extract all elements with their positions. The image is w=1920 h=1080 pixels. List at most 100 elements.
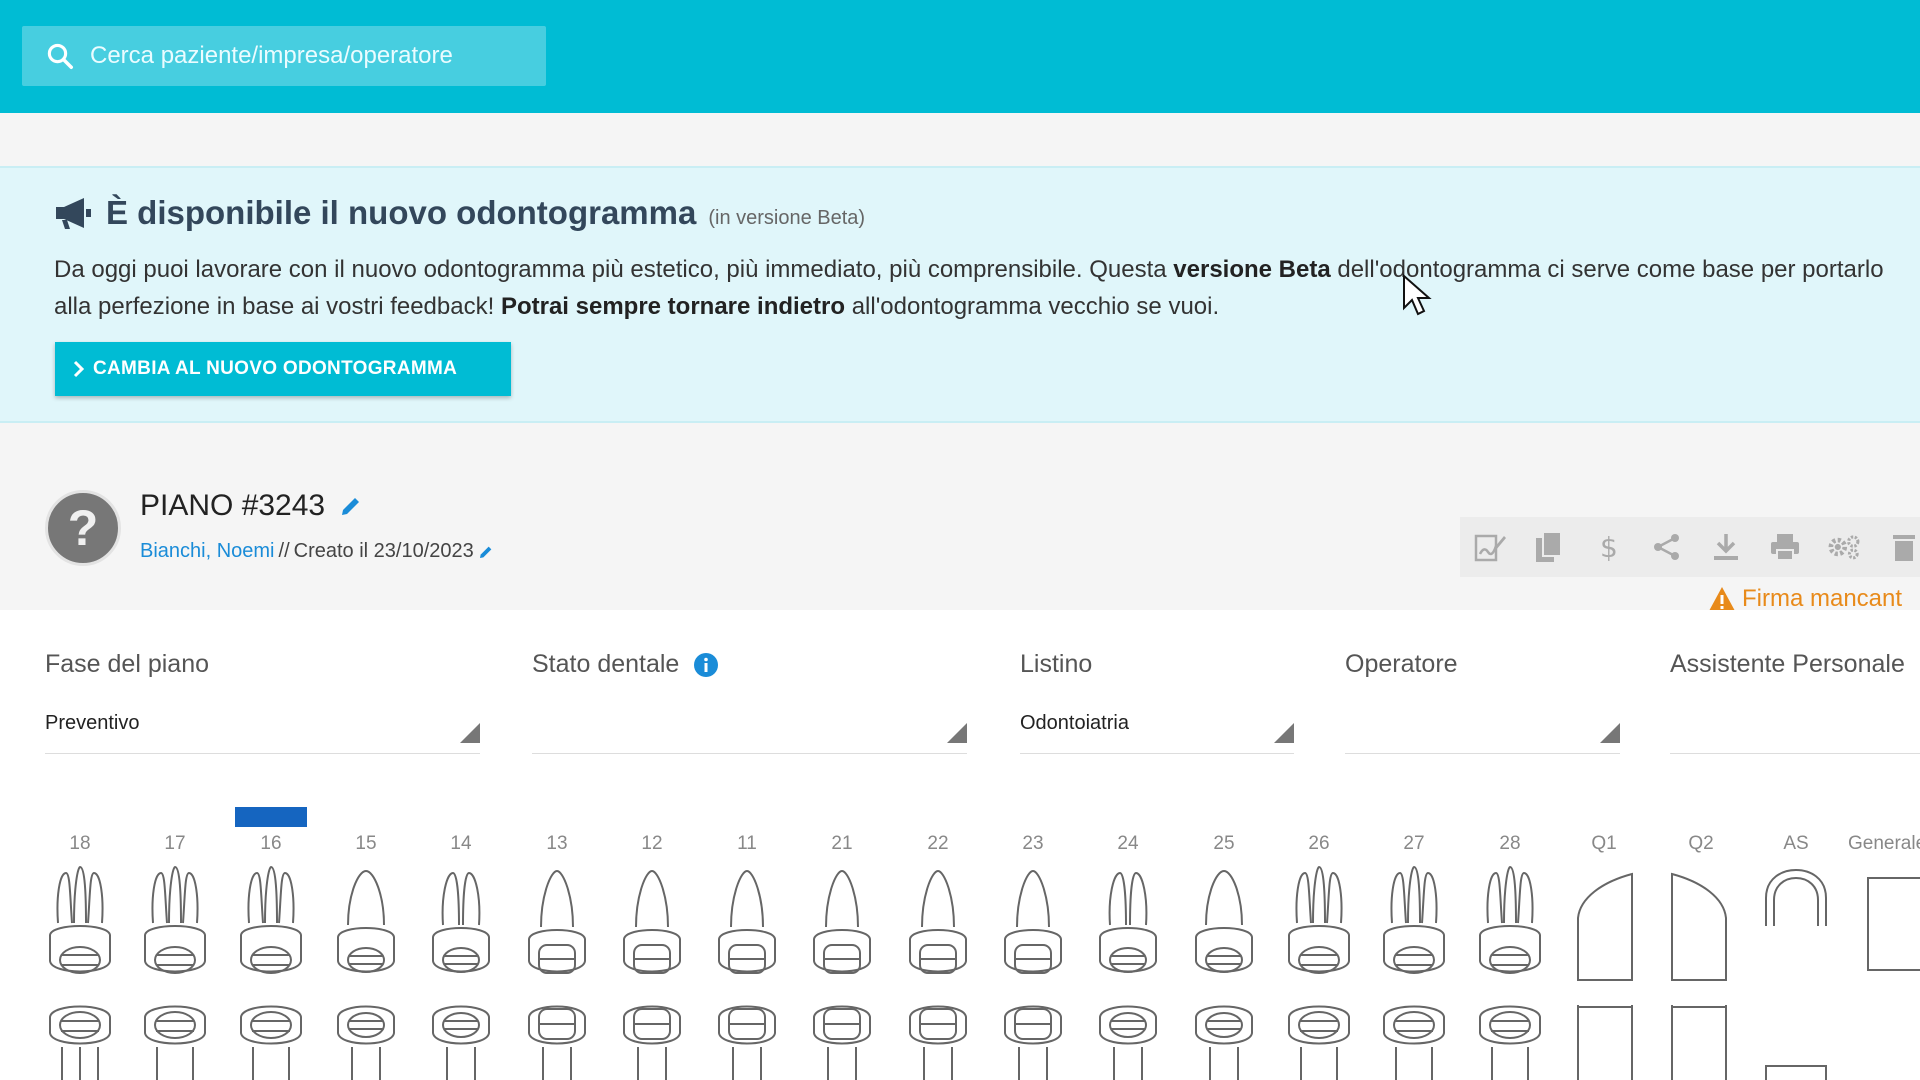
tooth-16-icon[interactable]: [235, 865, 307, 985]
tooth-33-icon[interactable]: [997, 1003, 1069, 1080]
tooth-12-icon[interactable]: [616, 865, 688, 985]
search-box[interactable]: [22, 26, 546, 86]
tooth-number[interactable]: Generale: [1848, 833, 1920, 855]
tooth-number[interactable]: 22: [908, 833, 968, 855]
tooth-number[interactable]: 21: [812, 833, 872, 855]
tooth-number[interactable]: 25: [1194, 833, 1254, 855]
dollar-icon[interactable]: $: [1591, 530, 1624, 564]
search-icon: [42, 38, 78, 74]
tooth-number[interactable]: 14: [431, 833, 491, 855]
tooth-46-icon[interactable]: [235, 1003, 307, 1080]
tooth-22-icon[interactable]: [902, 865, 974, 985]
tooth-37-icon[interactable]: [1378, 1003, 1450, 1080]
svg-text:$: $: [1600, 532, 1618, 562]
arch-as-icon[interactable]: [1762, 868, 1830, 930]
operatore-select[interactable]: [1345, 704, 1620, 754]
tooth-26-icon[interactable]: [1283, 865, 1355, 985]
tooth-31-icon[interactable]: [806, 1003, 878, 1080]
banner-text: Da oggi puoi lavorare con il nuovo odont…: [54, 256, 1884, 320]
tooth-42-icon[interactable]: [616, 1003, 688, 1080]
stato-select[interactable]: [532, 704, 967, 754]
tooth-48-icon[interactable]: [44, 1003, 116, 1080]
quadrant-q3-icon[interactable]: [1668, 1005, 1732, 1080]
avatar[interactable]: ?: [45, 490, 121, 566]
tooth-number[interactable]: AS: [1766, 833, 1826, 855]
tooth-number[interactable]: 13: [527, 833, 587, 855]
tooth-13-icon[interactable]: [521, 865, 593, 985]
beta-note: (in versione Beta): [708, 207, 866, 229]
search-input[interactable]: [90, 42, 510, 70]
fase-select[interactable]: Preventivo: [45, 704, 480, 754]
tooth-number[interactable]: 23: [1003, 833, 1063, 855]
plan-title: PIANO #3243: [140, 489, 363, 523]
tooth-number[interactable]: 24: [1098, 833, 1158, 855]
tooth-number[interactable]: 11: [717, 833, 777, 855]
tooth-number[interactable]: 28: [1480, 833, 1540, 855]
dropdown-arrow-icon: [1600, 723, 1620, 743]
quadrant-q4-icon[interactable]: [1572, 1005, 1636, 1080]
tooth-number[interactable]: 26: [1289, 833, 1349, 855]
tooth-18-icon[interactable]: [44, 865, 116, 985]
tooth-35-icon[interactable]: [1188, 1003, 1260, 1080]
tooth-47-icon[interactable]: [139, 1003, 211, 1080]
plan-subtitle: Bianchi, Noemi // Creato il 23/10/2023: [140, 540, 494, 563]
dropdown-arrow-icon: [460, 723, 480, 743]
chevron-right-icon: [73, 360, 85, 378]
fase-field: Fase del piano Preventivo: [45, 650, 480, 754]
switch-odontogram-button[interactable]: CAMBIA AL NUOVO ODONTOGRAMMA: [55, 342, 511, 396]
tooth-number[interactable]: 16: [241, 833, 301, 855]
assistente-label: Assistente Personale: [1670, 650, 1905, 678]
assistente-select[interactable]: [1670, 704, 1920, 754]
tooth-23-icon[interactable]: [997, 865, 1069, 985]
copy-icon[interactable]: [1532, 530, 1565, 564]
tooth-44-icon[interactable]: [425, 1003, 497, 1080]
tooth-28-icon[interactable]: [1474, 865, 1546, 985]
tooth-number[interactable]: Q1: [1574, 833, 1634, 855]
tooth-45-icon[interactable]: [330, 1003, 402, 1080]
tooth-number[interactable]: 18: [50, 833, 110, 855]
edit-date-icon[interactable]: [478, 544, 494, 560]
banner-heading: È disponibile il nuovo odontogramma: [106, 194, 697, 231]
tooth-36-icon[interactable]: [1283, 1003, 1355, 1080]
tooth-15-icon[interactable]: [330, 865, 402, 985]
tooth-27-icon[interactable]: [1378, 865, 1450, 985]
quadrant-q1-icon[interactable]: [1572, 868, 1636, 984]
patient-link[interactable]: Bianchi, Noemi: [140, 540, 275, 563]
warning-icon: [1709, 587, 1735, 611]
listino-select[interactable]: Odontoiatria: [1020, 704, 1294, 754]
edit-icon[interactable]: [339, 494, 363, 518]
tooth-38-icon[interactable]: [1474, 1003, 1546, 1080]
share-icon[interactable]: [1650, 530, 1683, 564]
download-icon[interactable]: [1709, 530, 1742, 564]
tooth-41-icon[interactable]: [711, 1003, 783, 1080]
tooth-25-icon[interactable]: [1188, 865, 1260, 985]
tooth-24-icon[interactable]: [1092, 865, 1164, 985]
listino-field: Listino Odontoiatria: [1020, 650, 1294, 754]
tooth-21-icon[interactable]: [806, 865, 878, 985]
tooth-17-icon[interactable]: [139, 865, 211, 985]
dropdown-arrow-icon: [1274, 723, 1294, 743]
print-icon[interactable]: [1768, 530, 1801, 564]
tooth-number[interactable]: 27: [1384, 833, 1444, 855]
tooth-number[interactable]: Q2: [1671, 833, 1731, 855]
tooth-11-icon[interactable]: [711, 865, 783, 985]
arch-ai-icon[interactable]: [1762, 1060, 1830, 1080]
tooth-number[interactable]: 15: [336, 833, 396, 855]
settings-icon[interactable]: [1827, 530, 1861, 564]
tooth-32-icon[interactable]: [902, 1003, 974, 1080]
trash-icon[interactable]: [1887, 530, 1920, 564]
general-icon[interactable]: [1866, 876, 1920, 972]
plan-number: PIANO #3243: [140, 489, 326, 522]
sign-icon[interactable]: [1472, 530, 1506, 564]
tooth-14-icon[interactable]: [425, 865, 497, 985]
tooth-number[interactable]: 12: [622, 833, 682, 855]
selected-tooth-marker: [235, 807, 307, 827]
signature-warning[interactable]: Firma mancant: [1708, 585, 1902, 613]
tooth-number[interactable]: 17: [145, 833, 205, 855]
tooth-34-icon[interactable]: [1092, 1003, 1164, 1080]
info-icon[interactable]: [693, 652, 719, 678]
tooth-43-icon[interactable]: [521, 1003, 593, 1080]
listino-label: Listino: [1020, 650, 1093, 678]
quadrant-q2-icon[interactable]: [1668, 868, 1732, 984]
created-date: Creato il 23/10/2023: [293, 540, 474, 562]
